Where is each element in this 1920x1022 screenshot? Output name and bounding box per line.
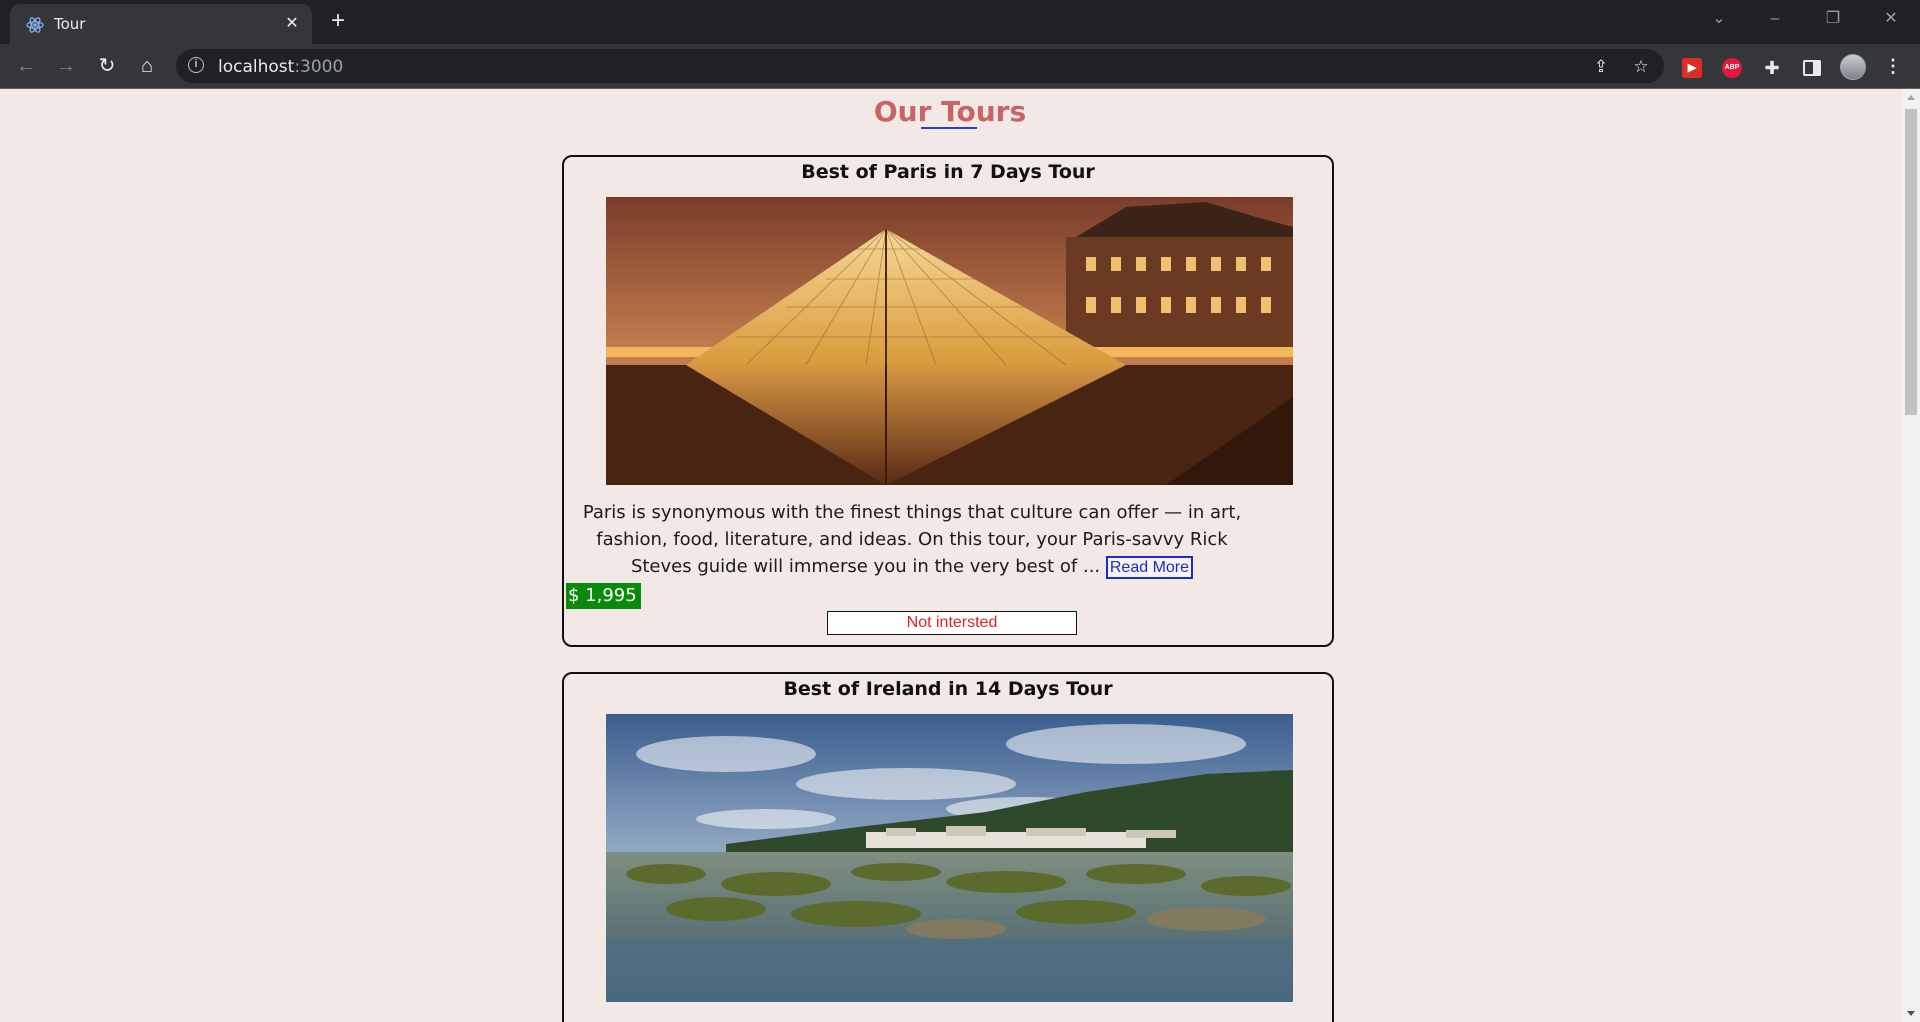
page-viewport: Our Tours Best of Paris in 7 Days Tour P… bbox=[0, 89, 1902, 1022]
tour-description: Paris is synonymous with the finest thin… bbox=[582, 502, 1242, 579]
red-extension-icon[interactable]: ▶ bbox=[1682, 58, 1702, 78]
minimize-icon[interactable]: – bbox=[1752, 0, 1798, 40]
tour-card: Best of Paris in 7 Days Tour Paris is sy… bbox=[562, 155, 1334, 647]
info-icon[interactable]: i bbox=[188, 57, 204, 73]
title-underline bbox=[921, 127, 977, 129]
tour-title: Best of Ireland in 14 Days Tour bbox=[783, 678, 1113, 700]
page-title: Our Tours bbox=[873, 95, 1027, 128]
restore-icon[interactable]: ❐ bbox=[1810, 0, 1856, 40]
arrow-left-icon[interactable]: ← bbox=[12, 52, 40, 80]
share-icon[interactable]: ⇪ bbox=[1590, 56, 1612, 78]
address-bar[interactable]: i localhost:3000 ⇪ ☆ bbox=[176, 49, 1664, 83]
tour-title: Best of Paris in 7 Days Tour bbox=[801, 161, 1095, 183]
tour-card: Best of Ireland in 14 Days Tour bbox=[562, 672, 1334, 1022]
not-interested-button[interactable]: Not intersted bbox=[827, 611, 1077, 635]
plus-icon[interactable]: + bbox=[324, 8, 352, 36]
read-more-button[interactable]: Read More bbox=[1105, 556, 1194, 579]
close-icon[interactable]: ✕ bbox=[282, 14, 302, 34]
more-vertical-icon[interactable]: ⋮ bbox=[1884, 56, 1902, 76]
louvre-pyramid-night-photo bbox=[606, 197, 1293, 485]
scroll-up-icon[interactable] bbox=[1907, 95, 1915, 100]
reload-icon[interactable]: ↻ bbox=[93, 52, 121, 80]
price-badge: $ 1,995 bbox=[566, 583, 641, 609]
scrollbar[interactable] bbox=[1902, 89, 1920, 1022]
avatar[interactable] bbox=[1840, 54, 1866, 80]
browser-tab[interactable]: Tour ✕ bbox=[10, 4, 312, 44]
tab-title: Tour bbox=[54, 15, 86, 33]
ireland-coast-photo bbox=[606, 714, 1293, 1002]
scrollbar-thumb[interactable] bbox=[1905, 109, 1917, 415]
window-close-icon[interactable]: ✕ bbox=[1868, 0, 1914, 40]
browser-toolbar: ← → ↻ ⌂ i localhost:3000 ⇪ ☆ ▶ ABP ✚ ⋮ bbox=[0, 44, 1920, 89]
adblock-plus-icon[interactable]: ABP bbox=[1722, 58, 1742, 78]
react-atom-icon bbox=[26, 17, 44, 33]
home-icon[interactable]: ⌂ bbox=[133, 52, 161, 80]
scroll-down-icon[interactable] bbox=[1907, 1011, 1915, 1016]
star-icon[interactable]: ☆ bbox=[1630, 56, 1652, 78]
url-text: localhost:3000 bbox=[218, 57, 344, 77]
puzzle-icon[interactable]: ✚ bbox=[1762, 58, 1782, 78]
side-panel-icon[interactable] bbox=[1803, 60, 1821, 76]
arrow-right-icon[interactable]: → bbox=[52, 52, 80, 80]
chevron-down-icon[interactable]: ⌄ bbox=[1696, 0, 1742, 40]
tab-strip: Tour ✕ + ⌄ – ❐ ✕ bbox=[0, 0, 1920, 44]
